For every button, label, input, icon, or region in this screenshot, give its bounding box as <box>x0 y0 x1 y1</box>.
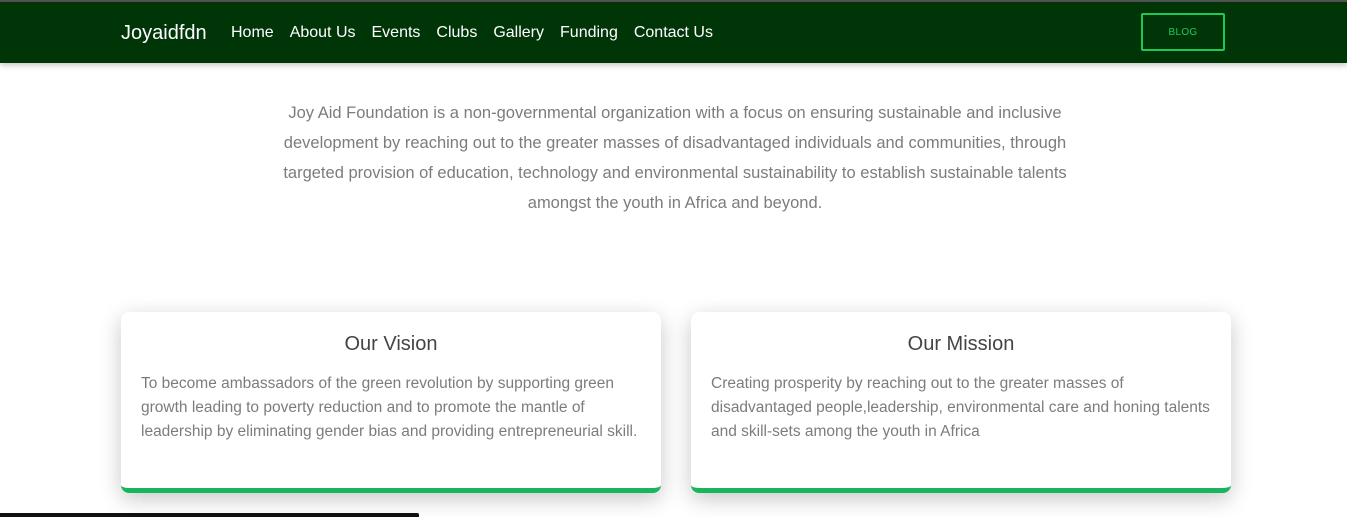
brand-logo-link[interactable]: Joyaidfdn <box>121 21 207 45</box>
blog-button[interactable]: BLOG <box>1141 13 1225 51</box>
bottom-overlay-bar <box>0 513 419 517</box>
nav-item-about: About Us <box>290 23 372 43</box>
nav-item-gallery: Gallery <box>493 23 560 43</box>
mission-text: Creating prosperity by reaching out to t… <box>711 375 1210 440</box>
nav-item-home: Home <box>231 23 290 43</box>
nav-item-events: Events <box>372 23 437 43</box>
nav-link-clubs[interactable]: Clubs <box>436 23 477 43</box>
nav-link-funding[interactable]: Funding <box>560 23 618 43</box>
nav-link-contact-us[interactable]: Contact Us <box>634 23 713 43</box>
top-navbar: Joyaidfdn Home About Us Events Clubs Gal… <box>0 2 1347 63</box>
nav-item-clubs: Clubs <box>436 23 493 43</box>
nav-menu: Home About Us Events Clubs Gallery Fundi… <box>231 23 729 43</box>
mission-title: Our Mission <box>907 333 1015 355</box>
vision-text: To become ambassadors of the green revol… <box>141 375 638 440</box>
nav-link-gallery[interactable]: Gallery <box>493 23 544 43</box>
intro-paragraph: Joy Aid Foundation is a non-governmental… <box>283 104 1067 212</box>
vision-card: Our Vision To become ambassadors of the … <box>121 312 661 493</box>
vision-title: Our Vision <box>344 333 438 355</box>
nav-link-events[interactable]: Events <box>372 23 421 43</box>
nav-link-home[interactable]: Home <box>231 23 274 43</box>
nav-item-funding: Funding <box>560 23 634 43</box>
mission-card: Our Mission Creating prosperity by reach… <box>691 312 1231 493</box>
nav-item-contact: Contact Us <box>634 23 729 43</box>
nav-link-about-us[interactable]: About Us <box>290 23 356 43</box>
